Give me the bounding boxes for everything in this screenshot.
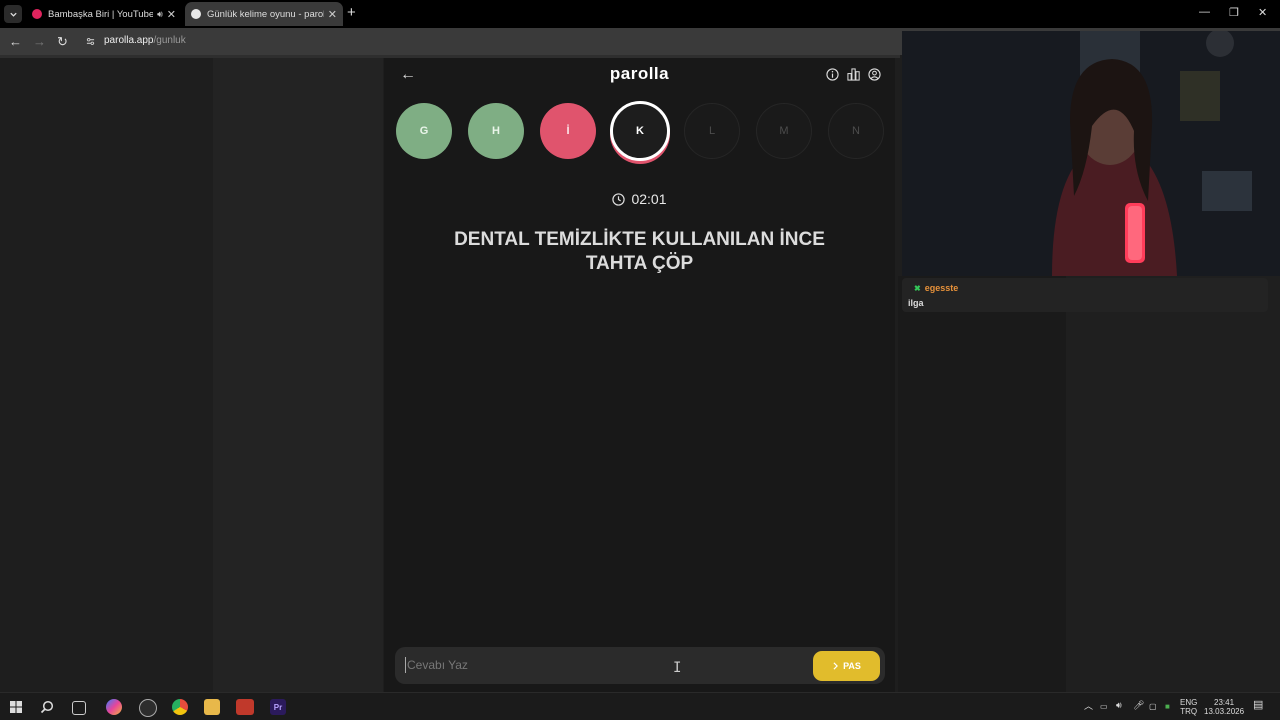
info-icon[interactable] (826, 68, 839, 81)
clock-date: 13.03.2026 (1204, 707, 1245, 716)
task-view-icon[interactable] (72, 701, 86, 715)
kick-badge-icon: ✖ (914, 284, 921, 293)
left-gutter (213, 58, 383, 692)
close-window-icon[interactable]: ✕ (1258, 6, 1267, 19)
battery-icon[interactable]: ▢ (1149, 702, 1157, 711)
voicemod-icon[interactable] (236, 699, 254, 715)
answer-input[interactable] (405, 657, 789, 673)
url-host: parolla.app (104, 35, 154, 46)
clock[interactable]: 23:41 13.03.2026 (1204, 698, 1244, 716)
letter-circle-i: İ (540, 103, 596, 159)
question-line-1: DENTAL TEMİZLİKTE KULLANILAN İNCE (454, 229, 825, 250)
question-line-2: TAHTA ÇÖP (585, 253, 694, 274)
profile-icon[interactable] (868, 68, 881, 81)
chat-message: ✖ egesste ilga (902, 278, 1268, 312)
restore-icon[interactable]: ❐ (1229, 6, 1239, 19)
url-field[interactable]: parolla.app/gunluk (104, 35, 186, 46)
letter-label: İ (566, 125, 570, 137)
volume-icon[interactable]: 🔊︎ (1116, 701, 1122, 710)
letter-label: M (779, 125, 789, 137)
tab-parolla[interactable]: Günlük kelime oyunu - parolla ✕ (185, 2, 343, 26)
parolla-favicon-icon (191, 9, 201, 19)
notifications-icon[interactable]: ▤ (1253, 700, 1263, 711)
game-panel: ← parolla G H İ K L M N 02:01 DENTAL TEM… (384, 58, 895, 692)
tab-title: Bambaşka Biri | YouTube Mu (48, 8, 154, 20)
timer-value: 02:01 (631, 191, 667, 207)
copilot-icon[interactable] (106, 699, 122, 715)
taskbar: Pr ︿ ▭ 🔊︎ 🎤︎ ▢ ■ ENG TRQ 23:41 13.03.202… (0, 692, 1280, 720)
clock-time: 23:41 (1214, 698, 1235, 707)
site-info-icon[interactable] (86, 37, 95, 46)
letter-label: N (852, 125, 860, 137)
close-tab-icon[interactable]: ✕ (328, 8, 337, 21)
letter-circle-h: H (468, 103, 524, 159)
webcam-overlay (902, 31, 1280, 276)
streamer-webcam-image (902, 31, 1280, 276)
letter-label: H (492, 125, 500, 137)
url-path: /gunluk (153, 35, 186, 46)
chat-username: ✖ egesste (914, 283, 958, 293)
timer: 02:01 (384, 191, 895, 207)
network-icon[interactable]: ▭ (1100, 702, 1108, 711)
pass-label: PAS (843, 661, 861, 671)
reload-icon[interactable]: ↻ (57, 34, 68, 50)
file-explorer-icon[interactable] (204, 699, 220, 715)
tray-overflow-icon[interactable]: ︿ (1084, 702, 1093, 711)
nvidia-icon[interactable]: ■ (1165, 702, 1170, 711)
tab-search-button[interactable] (4, 5, 22, 23)
speaker-icon[interactable]: 🔊︎ (157, 9, 163, 20)
windows-start-icon[interactable] (10, 701, 22, 713)
youtube-favicon-icon (32, 9, 42, 19)
chat-message-text: ilga (908, 298, 924, 308)
question-text: DENTAL TEMİZLİKTE KULLANILAN İNCE TAHTA … (424, 228, 855, 276)
letter-circle-g: G (396, 103, 452, 159)
chevron-right-icon (833, 662, 839, 670)
letter-circle-n: N (828, 103, 884, 159)
tab-youtube[interactable]: Bambaşka Biri | YouTube Mu 🔊︎ ✕ (26, 2, 182, 26)
header-icons (826, 68, 881, 81)
new-tab-button[interactable]: + (347, 4, 356, 21)
chevron-down-icon (9, 12, 17, 17)
lang-primary: ENG (1180, 698, 1198, 707)
forward-arrow-icon[interactable]: → (33, 34, 46, 49)
chat-panel-shade (898, 276, 1066, 692)
minimize-icon[interactable]: — (1199, 6, 1210, 18)
back-arrow-icon[interactable]: ← (9, 34, 22, 49)
close-tab-icon[interactable]: ✕ (167, 8, 176, 21)
tab-strip: Bambaşka Biri | YouTube Mu 🔊︎ ✕ Günlük k… (0, 0, 1280, 28)
letter-circle-k-active: K (610, 101, 670, 161)
tab-title: Günlük kelime oyunu - parolla (207, 8, 324, 20)
lang-secondary: TRQ (1180, 707, 1198, 716)
search-icon[interactable] (40, 700, 54, 714)
letter-label: G (419, 125, 429, 137)
pass-button[interactable]: PAS (813, 651, 880, 681)
premiere-pro-icon[interactable]: Pr (270, 699, 286, 715)
answer-bar: PAS (395, 647, 885, 684)
stats-icon[interactable] (847, 68, 860, 81)
letter-label: K (636, 125, 644, 137)
chrome-icon[interactable] (172, 699, 188, 715)
chat-panel: ✖ egesste ilga (898, 276, 1280, 692)
clock-icon (612, 192, 626, 206)
letter-circle-l: L (684, 103, 740, 159)
brand-title: parolla (609, 64, 670, 83)
obs-icon[interactable] (139, 699, 157, 717)
chat-username-text: egesste (924, 283, 959, 293)
language-indicator[interactable]: ENG TRQ (1180, 698, 1197, 716)
letter-circle-m: M (756, 103, 812, 159)
text-cursor-icon: I (673, 660, 682, 676)
letter-label: L (708, 125, 716, 137)
microphone-icon[interactable]: 🎤︎ (1133, 701, 1144, 710)
